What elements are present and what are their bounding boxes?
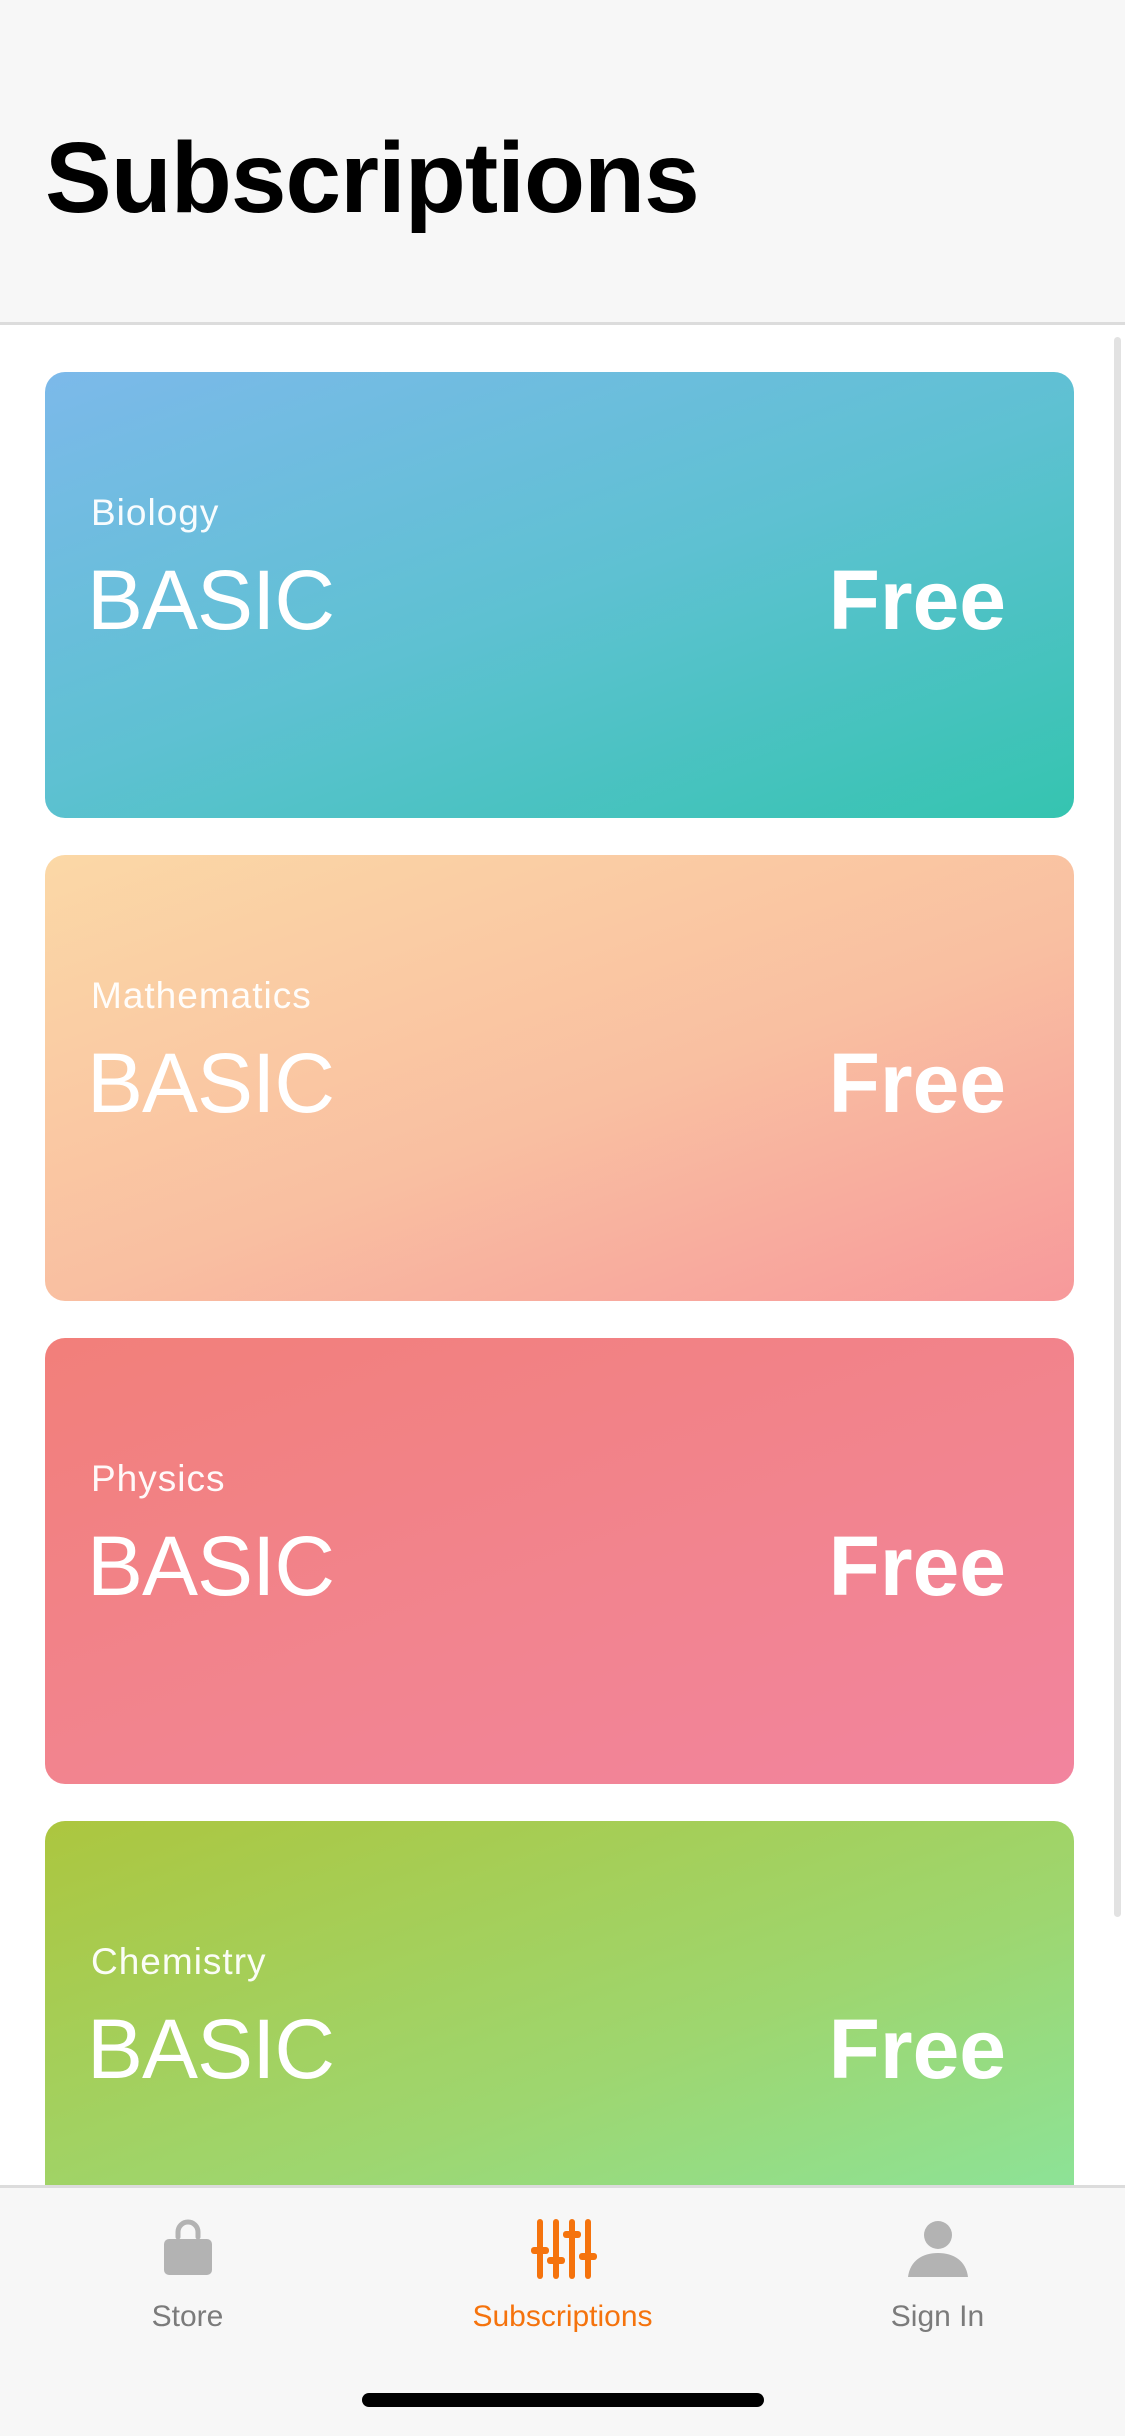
tab-label-store: Store xyxy=(151,2300,224,2333)
subscription-card-physics[interactable]: Physics BASIC Free xyxy=(45,1338,1074,1784)
card-price: Free xyxy=(828,1519,1006,1613)
tab-label-subscriptions: Subscriptions xyxy=(472,2300,653,2333)
subscription-card-mathematics[interactable]: Mathematics BASIC Free xyxy=(45,855,1074,1301)
card-plan: BASIC xyxy=(87,553,335,647)
card-price: Free xyxy=(828,2002,1006,2096)
card-plan: BASIC xyxy=(87,1036,335,1130)
card-price: Free xyxy=(828,553,1006,647)
sliders-icon xyxy=(530,2219,597,2279)
tab-label-sign-in: Sign In xyxy=(890,2300,985,2333)
tab-store[interactable]: Store xyxy=(0,2188,375,2378)
person-icon xyxy=(907,2221,968,2277)
scroll-indicator xyxy=(1114,337,1121,1917)
tab-subscriptions[interactable]: Subscriptions xyxy=(375,2188,750,2378)
card-subject: Chemistry xyxy=(91,1941,267,1982)
subscription-card-biology[interactable]: Biology BASIC Free xyxy=(45,372,1074,818)
card-price: Free xyxy=(828,1036,1006,1130)
home-indicator[interactable] xyxy=(362,2393,764,2407)
subscription-card-chemistry[interactable]: Chemistry BASIC Free xyxy=(45,1821,1074,2185)
card-plan: BASIC xyxy=(87,2002,335,2096)
card-plan: BASIC xyxy=(87,1519,335,1613)
card-subject: Mathematics xyxy=(91,975,312,1016)
subscriptions-screen: Subscriptions Biology BASIC Free Mathema… xyxy=(0,0,1125,2436)
subscription-list[interactable]: Biology BASIC Free Mathematics BASIC Fre… xyxy=(0,325,1125,2185)
navigation-bar: Subscriptions xyxy=(0,0,1125,325)
card-subject: Physics xyxy=(91,1458,226,1499)
tab-sign-in[interactable]: Sign In xyxy=(750,2188,1125,2378)
page-title: Subscriptions xyxy=(45,122,700,234)
card-subject: Biology xyxy=(91,492,220,533)
shopping-bag-icon xyxy=(163,2219,212,2275)
